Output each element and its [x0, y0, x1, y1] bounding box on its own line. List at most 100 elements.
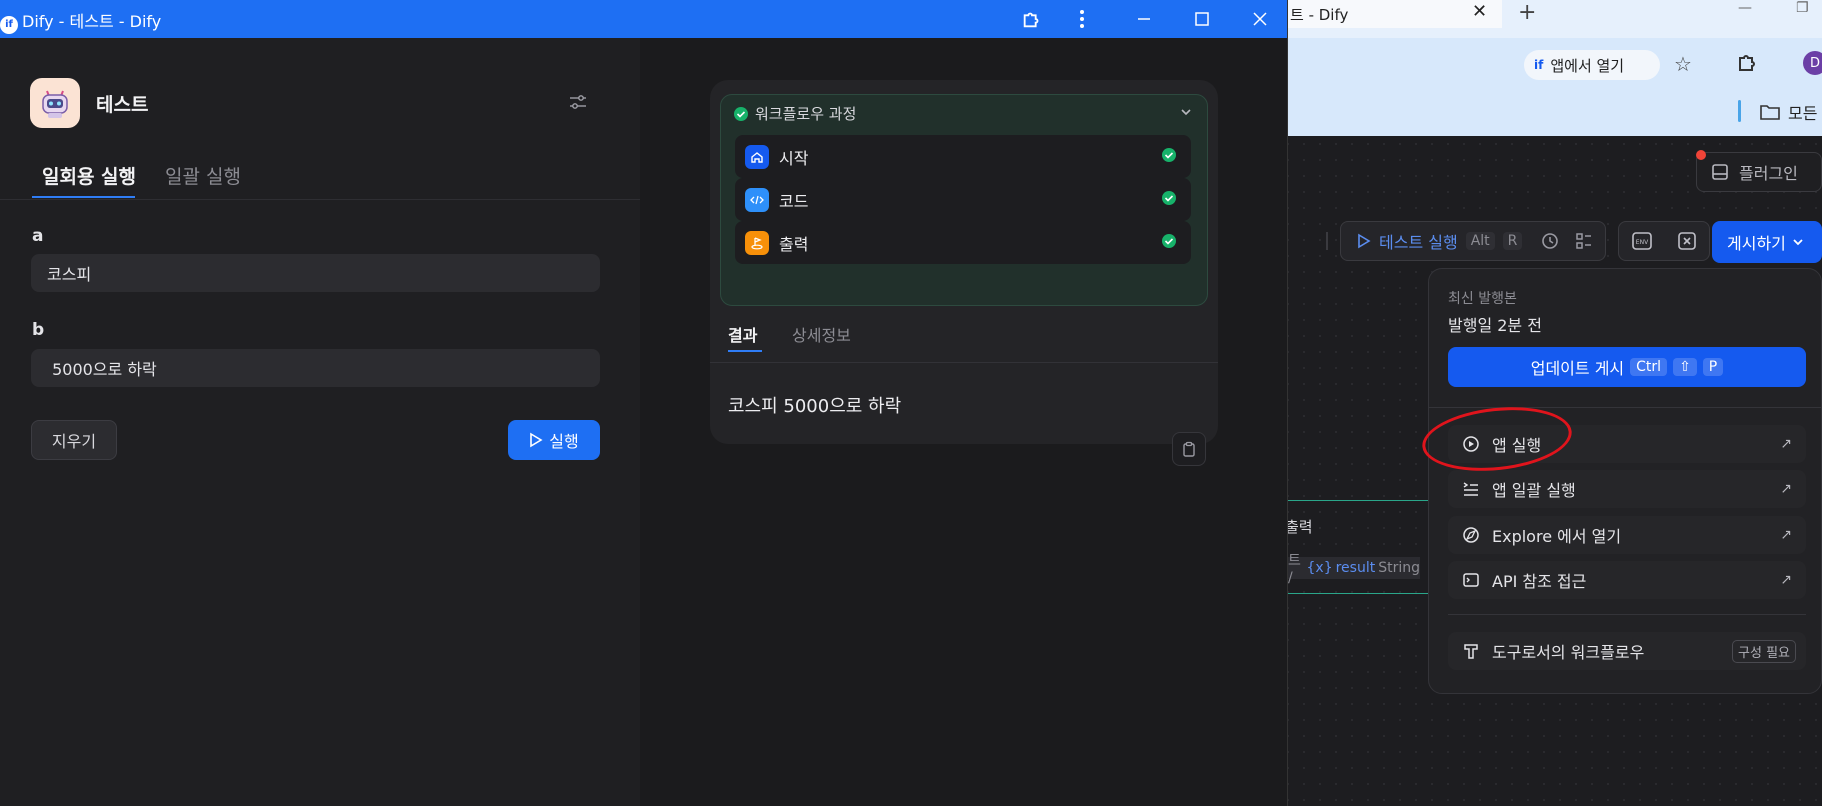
folder-icon — [1760, 105, 1780, 120]
workflow-node-output[interactable]: 출력 — [735, 221, 1191, 264]
api-reference-label: API 참조 접근 — [1492, 572, 1587, 591]
run-button[interactable]: 실행 — [508, 420, 600, 460]
tab-result[interactable]: 결과 — [728, 322, 757, 346]
extensions-icon[interactable] — [1018, 6, 1046, 32]
window-maximize-icon[interactable] — [1188, 6, 1216, 32]
bookmark-folder-all[interactable]: 모든 — [1760, 100, 1817, 124]
tab-single-run[interactable]: 일회용 실행 — [42, 162, 136, 189]
workflow-node-label: 코드 — [779, 191, 809, 211]
settings-sliders-icon[interactable] — [568, 92, 588, 112]
variable-x-brace-icon: {x} — [1306, 560, 1333, 576]
history-icon[interactable] — [1540, 231, 1560, 251]
check-circle-icon — [1162, 234, 1176, 248]
tabs-divider — [0, 199, 640, 200]
shortcut-key-shift: ⇧ — [1673, 358, 1697, 376]
play-icon — [530, 432, 543, 448]
window-close-icon[interactable] — [1246, 6, 1274, 32]
field-a-label: a — [32, 226, 44, 246]
copy-button[interactable] — [1172, 432, 1206, 466]
check-circle-icon — [1162, 191, 1176, 205]
output-var-type: String — [1378, 560, 1420, 576]
field-b-input[interactable] — [31, 349, 600, 387]
browser-maximize-icon[interactable]: ❐ — [1796, 0, 1809, 16]
workflow-node-code[interactable]: 코드 — [735, 178, 1191, 221]
workflow-process-box: 워크플로우 과정 시작 코드 출력 — [720, 94, 1208, 306]
test-run-label: 테스트 실행 — [1379, 233, 1458, 252]
app-window: if Dify - 테스트 - Dify 테스트 일회용 실행 일괄 실행 a … — [0, 0, 1288, 806]
active-tab-indicator — [728, 350, 762, 352]
check-circle-icon — [734, 106, 748, 121]
clipboard-icon — [1183, 441, 1195, 457]
more-menu-icon[interactable] — [1068, 6, 1096, 32]
workflow-as-tool-item[interactable]: 도구로서의 워크플로우 구성 필요 — [1448, 632, 1806, 670]
chevron-down-icon — [1793, 239, 1803, 246]
browser-tab-title: 트 - Dify — [1290, 6, 1349, 24]
external-arrow-icon: ↗ — [1780, 527, 1792, 543]
extensions-icon[interactable] — [1736, 50, 1760, 74]
bookmark-star-icon[interactable]: ☆ — [1674, 52, 1692, 76]
compass-icon — [1463, 527, 1479, 543]
open-in-explore-item[interactable]: Explore 에서 열기 ↗ — [1448, 516, 1806, 554]
published-time: 발행일 2분 전 — [1448, 316, 1542, 335]
publish-label: 게시하기 — [1727, 234, 1786, 253]
env-toolbar[interactable]: ENV — [1618, 221, 1710, 261]
run-label: 실행 — [549, 432, 579, 451]
external-arrow-icon: ↗ — [1780, 481, 1792, 497]
test-run-toolbar[interactable]: 테스트 실행 Alt R — [1340, 221, 1606, 261]
open-in-explore-label: Explore 에서 열기 — [1492, 527, 1622, 546]
svg-text:ENV: ENV — [1636, 239, 1649, 246]
tab-batch-run[interactable]: 일괄 실행 — [165, 162, 241, 189]
workflow-node-label: 출력 — [779, 234, 809, 254]
shortcut-key-p: P — [1702, 358, 1724, 376]
output-node-border-top — [1280, 500, 1430, 501]
tab-detail[interactable]: 상세정보 — [792, 322, 851, 346]
dify-logo-icon: if — [1534, 58, 1544, 72]
plugin-label: 플러그인 — [1739, 164, 1798, 183]
result-tabs-divider — [710, 362, 1218, 363]
publish-button[interactable]: 게시하기 — [1712, 221, 1822, 263]
plugin-button[interactable]: 플러그인 — [1696, 152, 1822, 192]
dropdown-divider — [1448, 614, 1806, 615]
api-reference-item[interactable]: API 참조 접근 ↗ — [1448, 561, 1806, 599]
batch-run-app-item[interactable]: 앱 일괄 실행 ↗ — [1448, 470, 1806, 508]
shortcut-key-alt: Alt — [1465, 232, 1495, 250]
workflow-node-label: 시작 — [779, 148, 809, 168]
variable-x-icon[interactable] — [1677, 231, 1697, 251]
open-in-app-label: 앱에서 열기 — [1550, 56, 1625, 75]
window-title-text: Dify - 테스트 - Dify — [22, 12, 162, 31]
field-a-input[interactable] — [31, 254, 600, 292]
clear-button[interactable]: 지우기 — [31, 420, 117, 460]
output-node-variable: 트 / {x} result String — [1280, 553, 1420, 586]
chevron-down-icon[interactable] — [1179, 105, 1193, 119]
checklist-icon[interactable] — [1574, 231, 1594, 251]
active-tab-indicator — [32, 196, 135, 198]
update-publish-label: 업데이트 게시 — [1530, 359, 1625, 378]
profile-avatar[interactable]: D — [1803, 51, 1822, 75]
app-name: 테스트 — [96, 94, 149, 116]
check-circle-icon — [1162, 148, 1176, 162]
result-pane: 워크플로우 과정 시작 코드 출력 결과 상세정보 코스피 5000으로 하락 — [640, 38, 1287, 806]
hammer-icon — [1464, 644, 1478, 659]
workflow-process-header[interactable]: 워크플로우 과정 — [733, 103, 856, 124]
workflow-node-start[interactable]: 시작 — [735, 135, 1191, 178]
new-tab-icon[interactable]: + — [1518, 0, 1536, 25]
browser-tab-close-icon[interactable]: ✕ — [1472, 1, 1487, 22]
open-in-app-button[interactable]: if 앱에서 열기 — [1524, 50, 1660, 80]
env-icon[interactable]: ENV — [1631, 231, 1653, 251]
bookmark-folder-label: 모든 — [1788, 104, 1818, 123]
play-icon — [1358, 233, 1371, 249]
bookmarks-separator — [1738, 100, 1741, 122]
workflow-as-tool-label: 도구로서의 워크플로우 — [1492, 643, 1645, 662]
terminal-icon — [1463, 573, 1479, 587]
browser-minimize-icon[interactable]: — — [1738, 0, 1752, 16]
plugin-notification-dot — [1696, 150, 1706, 160]
window-titlebar: if Dify - 테스트 - Dify — [0, 0, 1287, 38]
window-minimize-icon[interactable] — [1130, 6, 1158, 32]
update-publish-button[interactable]: 업데이트 게시 Ctrl ⇧ P — [1448, 347, 1806, 387]
dropdown-divider — [1428, 407, 1822, 408]
output-var-name: result — [1335, 560, 1376, 576]
dify-logo-icon: if — [0, 16, 18, 34]
plugin-icon — [1712, 164, 1728, 180]
latest-published-label: 최신 발행본 — [1448, 291, 1517, 307]
app-robot-icon — [30, 78, 80, 128]
